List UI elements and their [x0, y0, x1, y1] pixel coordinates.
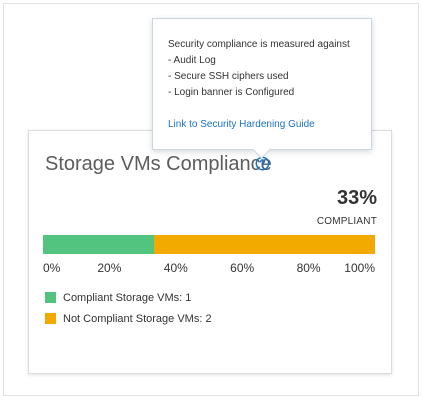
legend-item: Not Compliant Storage VMs: 2: [45, 310, 212, 327]
x-axis-ticks: 0% 20% 40% 60% 80% 100%: [43, 261, 375, 275]
bar-segment-compliant: [43, 235, 154, 254]
compliance-bar: [43, 235, 375, 254]
security-hardening-guide-link[interactable]: Link to Security Hardening Guide: [168, 119, 315, 130]
tooltip-line: - Audit Log: [168, 55, 216, 66]
chart-legend: Compliant Storage VMs: 1 Not Compliant St…: [45, 289, 212, 331]
storage-vms-compliance-card: Storage VMs Compliance 33% COMPLIANT 0% 2…: [28, 130, 392, 374]
compliance-caption: COMPLIANT: [316, 216, 377, 227]
legend-swatch-not-compliant: [45, 313, 56, 324]
legend-swatch-compliant: [45, 292, 56, 303]
legend-item: Compliant Storage VMs: 1: [45, 289, 212, 306]
question-circle-icon[interactable]: [255, 156, 270, 171]
bar-segment-not-compliant: [153, 235, 375, 254]
card-title: Storage VMs Compliance: [45, 153, 272, 175]
x-tick-label: 0%: [43, 261, 61, 275]
legend-label: Compliant Storage VMs: 1: [63, 291, 192, 304]
tooltip-line: Security compliance is measured against: [168, 39, 350, 50]
legend-label: Not Compliant Storage VMs: 2: [63, 312, 212, 325]
x-tick-label: 40%: [163, 261, 188, 275]
tooltip-line: - Login banner is Configured: [168, 87, 295, 98]
x-tick-label: 100%: [344, 261, 375, 275]
tooltip-body: Security compliance is measured against …: [168, 37, 364, 101]
x-tick-label: 80%: [296, 261, 321, 275]
security-compliance-tooltip: Security compliance is measured against …: [152, 18, 372, 159]
tooltip-line: - Secure SSH ciphers used: [168, 71, 289, 82]
compliance-percent: 33%: [336, 187, 377, 209]
x-tick-label: 60%: [230, 261, 255, 275]
x-tick-label: 20%: [97, 261, 122, 275]
